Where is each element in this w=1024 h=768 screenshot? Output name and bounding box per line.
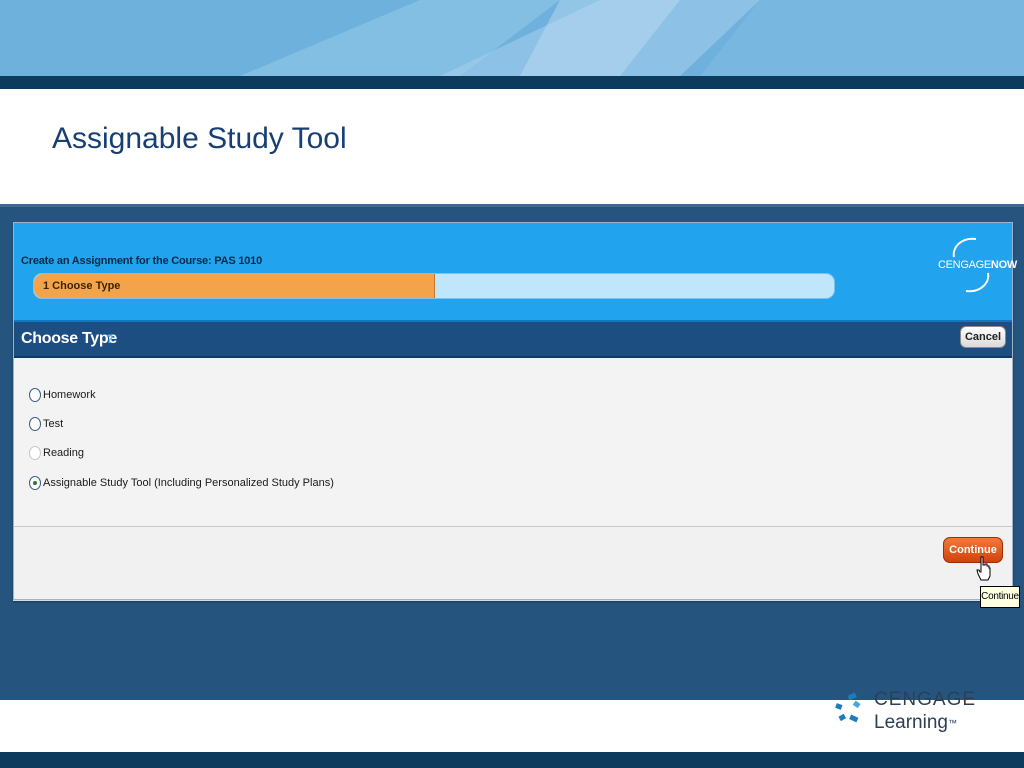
option-label: Reading [43, 447, 84, 459]
panel-top-line [0, 204, 1024, 207]
choose-type-bar: Choose Type ? Cancel [14, 322, 1012, 358]
option-homework[interactable]: Homework [29, 388, 96, 404]
banner-dark-stripe [0, 76, 1024, 89]
help-icon[interactable]: ? [106, 332, 113, 346]
cancel-button[interactable]: Cancel [960, 326, 1006, 348]
cengagenow-logo: CENGAGENOW [936, 235, 1017, 297]
brand-line2-text: Learning [874, 712, 948, 733]
radio-homework[interactable] [29, 388, 41, 402]
option-label: Test [43, 418, 64, 430]
screenshot-panel: Create an Assignment for the Course: PAS… [0, 204, 1024, 700]
progress-step-label: 1 Choose Type [43, 280, 121, 292]
continue-tooltip: Continue [980, 586, 1020, 608]
banner-graphic [0, 0, 1024, 76]
logo-text: CENGAGENOW [938, 259, 1017, 271]
brand-line1: CENGAGE [874, 689, 977, 710]
footer-dark-stripe [0, 752, 1024, 768]
radio-reading [29, 446, 41, 460]
brand-line2: Learning™ [874, 712, 957, 734]
option-assignable-study-tool[interactable]: Assignable Study Tool (Including Persona… [29, 476, 334, 492]
section-title: Choose Type [21, 330, 117, 347]
type-options: Homework Test Reading Assignable Study T… [14, 358, 1012, 526]
continue-button[interactable]: Continue [943, 537, 1003, 563]
slide-header-banner [0, 0, 1024, 76]
option-label: Homework [43, 389, 96, 401]
window-header: Create an Assignment for the Course: PAS… [14, 223, 1017, 322]
hand-cursor-icon [976, 556, 991, 581]
radio-test[interactable] [29, 417, 41, 431]
brand-trademark: ™ [947, 718, 957, 728]
logo-suffix: NOW [990, 259, 1017, 271]
progress-fill: 1 Choose Type [34, 274, 435, 298]
slide-title: Assignable Study Tool [52, 122, 347, 155]
option-reading: Reading [29, 446, 84, 462]
option-test[interactable]: Test [29, 417, 63, 433]
assignment-window: Create an Assignment for the Course: PAS… [13, 222, 1017, 600]
cengage-learning-logo: CENGAGE Learning™ [830, 690, 1010, 740]
course-title: Create an Assignment for the Course: PAS… [21, 255, 263, 267]
radio-assignable-study-tool[interactable] [29, 476, 41, 490]
window-footer: Continue [14, 527, 1012, 599]
option-label: Assignable Study Tool (Including Persona… [43, 477, 334, 489]
logo-prefix: CENGAGE [938, 259, 991, 271]
progress-bar: 1 Choose Type [33, 273, 835, 299]
cengage-mark-icon [835, 692, 861, 723]
